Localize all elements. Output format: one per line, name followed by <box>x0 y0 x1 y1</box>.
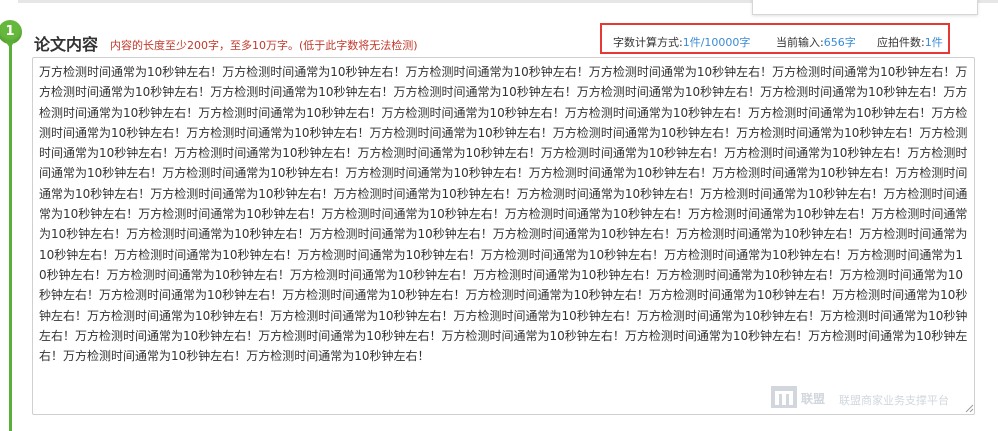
count-method: 字数计算方式:1件/10000字 <box>613 34 750 50</box>
current-input-value: 656字 <box>823 36 856 49</box>
resize-handle-icon[interactable] <box>964 403 974 413</box>
pieces-count-label: 应拍件数: <box>877 36 925 49</box>
count-method-label: 字数计算方式: <box>613 36 683 49</box>
length-hint: 内容的长度至少200字，至多10万字。(低于此字数将无法检测) <box>110 39 418 52</box>
pieces-count: 应拍件数:1件 <box>877 34 943 50</box>
watermark-logo-icon <box>771 386 797 408</box>
paper-content-textarea[interactable]: 万方检测时间通常为10秒钟左右！万方检测时间通常为10秒钟左右！万方检测时间通常… <box>32 57 975 415</box>
pieces-count-value: 1件 <box>924 36 943 49</box>
current-input-label: 当前输入: <box>776 36 824 49</box>
watermark-tagline: 联盟商家业务支撑平台 <box>839 394 949 407</box>
dropdown-panel <box>752 0 978 15</box>
section-title: 论文内容 <box>34 35 99 54</box>
watermark-brand: 联盟 <box>801 392 826 406</box>
step-rail <box>9 40 12 431</box>
badge-pointer-icon <box>5 41 15 48</box>
current-input: 当前输入:656字 <box>776 34 856 50</box>
count-method-value: 1件/10000字 <box>682 36 751 49</box>
